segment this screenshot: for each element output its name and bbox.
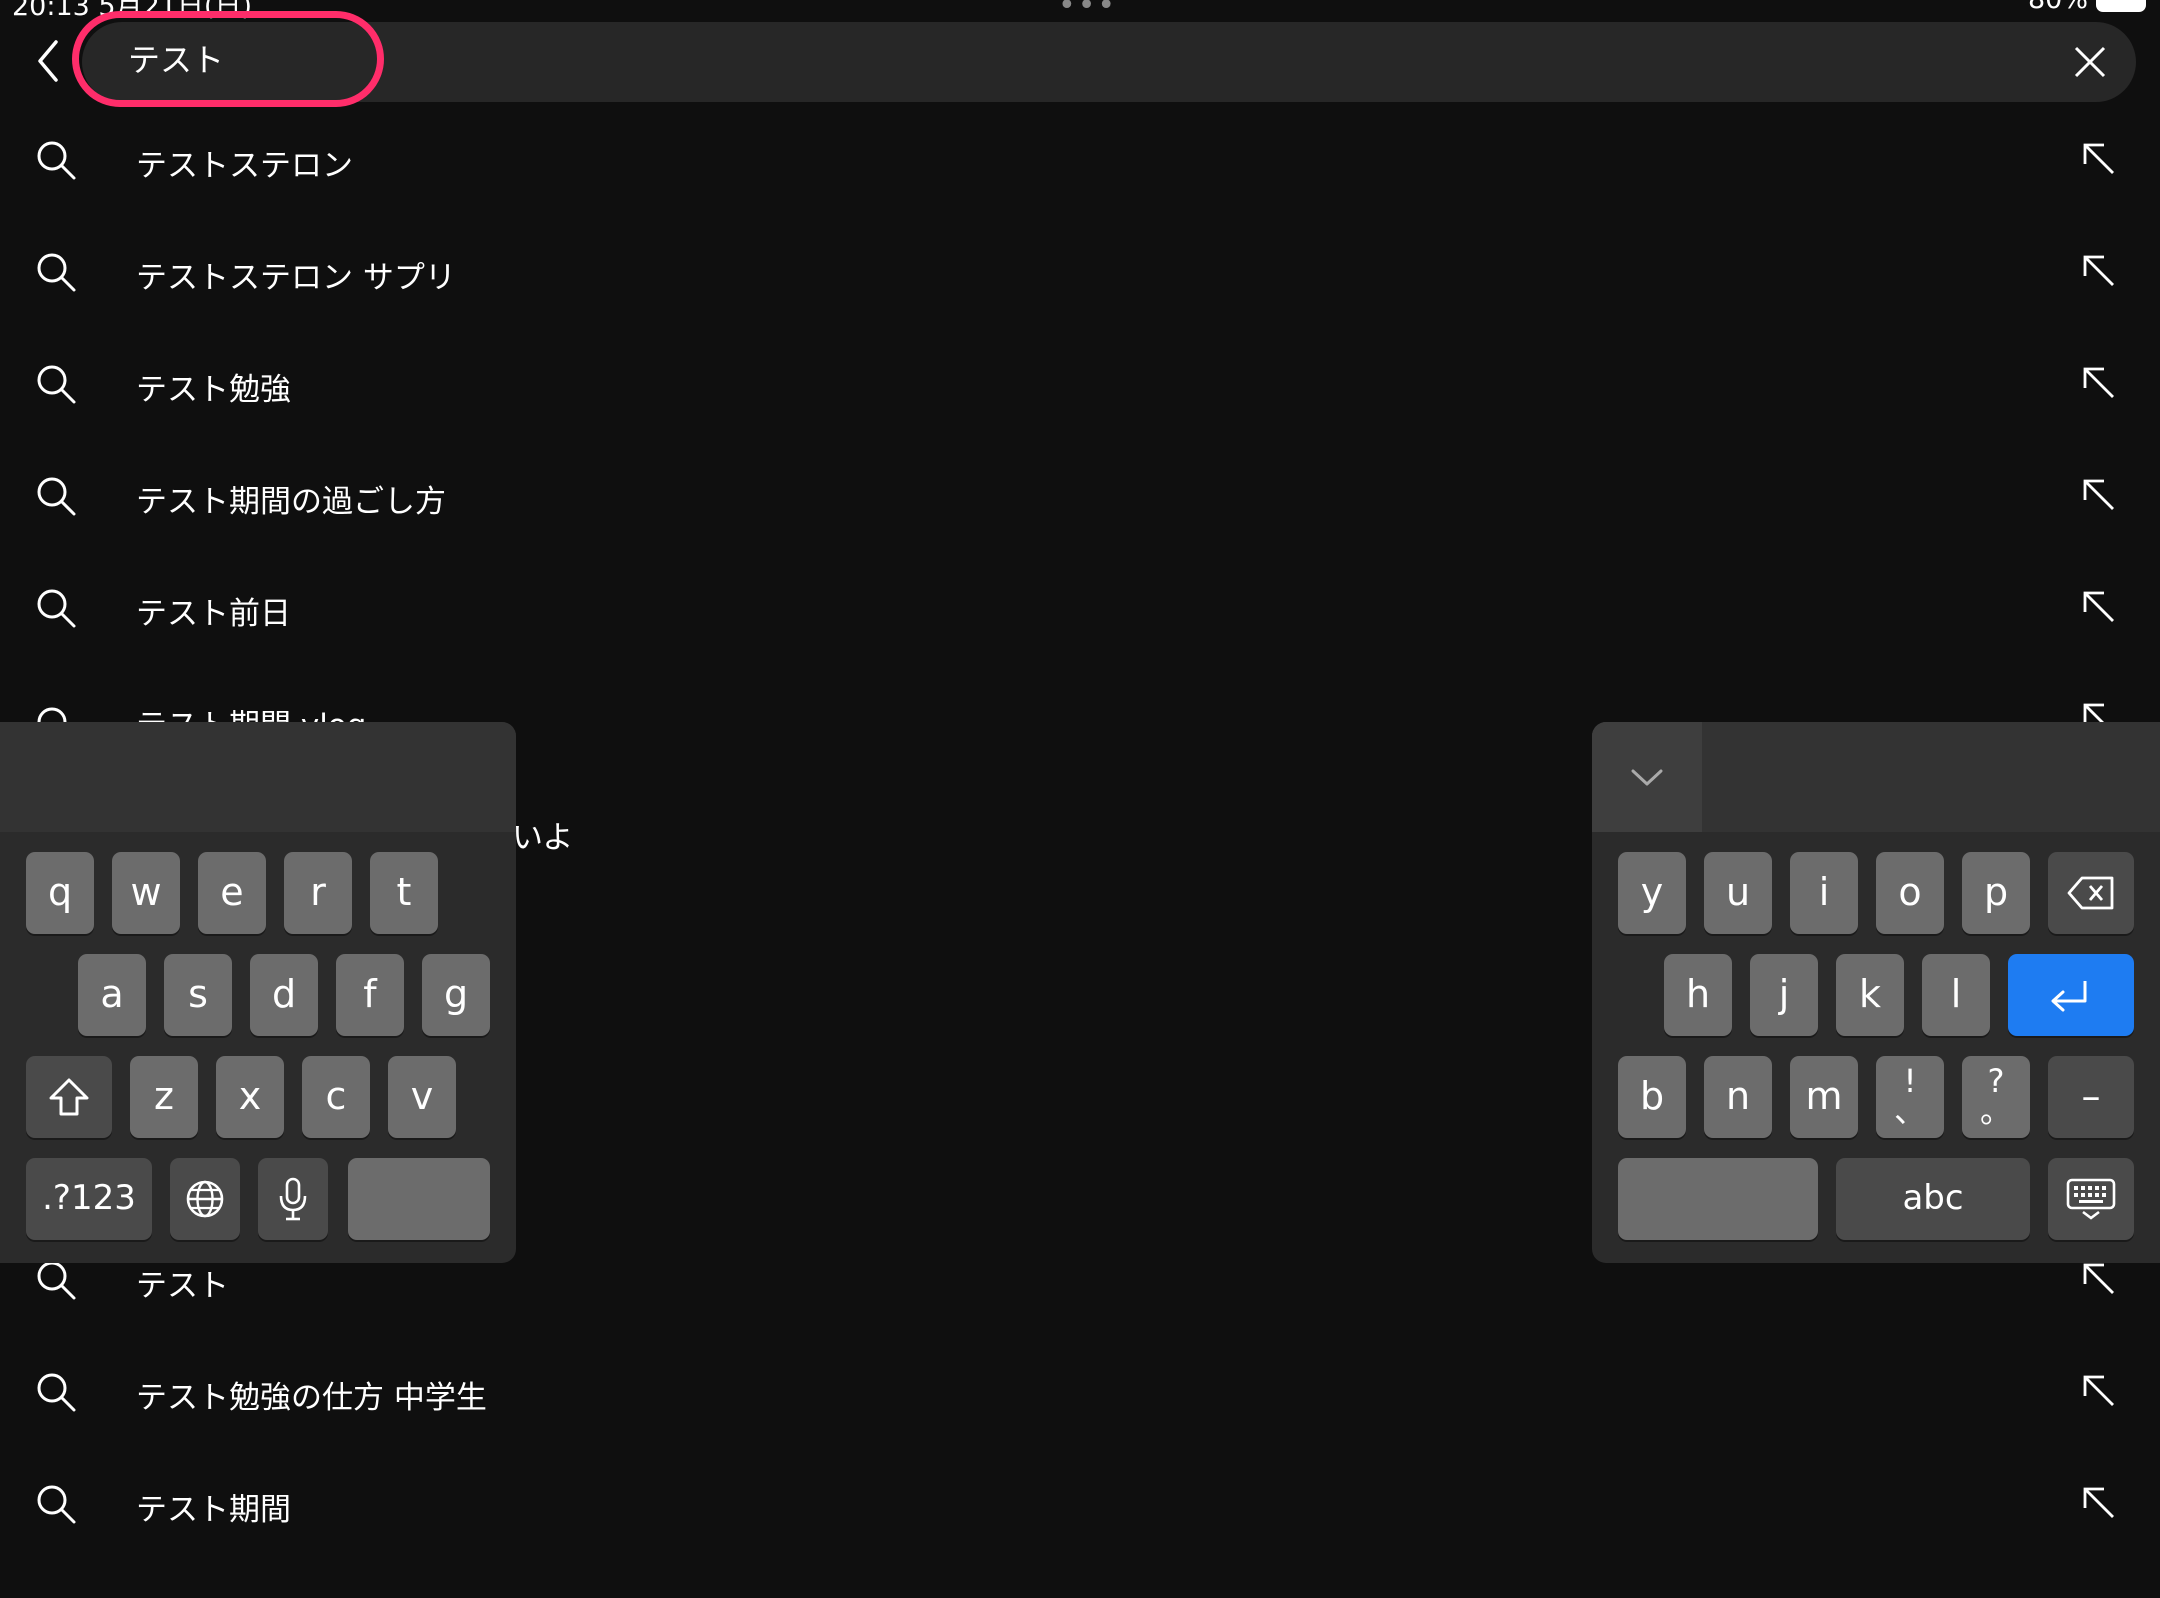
dismiss-keyboard-key[interactable] xyxy=(2048,1158,2134,1240)
arrow-up-left-icon[interactable] xyxy=(2082,142,2116,176)
suggestion-item[interactable]: テスト期間 xyxy=(0,1448,2160,1560)
key-a[interactable]: a xyxy=(78,954,146,1036)
suggestion-item[interactable]: テスト勉強の仕方 中学生 xyxy=(0,1336,2160,1448)
suggestion-item[interactable]: テスト期間の過ごし方 xyxy=(0,440,2160,552)
highlight-circle-annotation xyxy=(72,11,384,107)
space-key-right[interactable] xyxy=(1618,1158,1818,1240)
hidden-suggestion-fragment: いよ xyxy=(512,820,574,856)
dictation-key[interactable] xyxy=(258,1158,328,1240)
globe-icon xyxy=(186,1180,224,1218)
suggestion-item[interactable]: テスト勉強 xyxy=(0,328,2160,440)
search-bar[interactable] xyxy=(82,22,2136,102)
suggestion-text: テストステロン xyxy=(136,148,353,184)
key-g[interactable]: g xyxy=(422,954,490,1036)
key-dash[interactable]: – xyxy=(2048,1056,2134,1138)
key-b[interactable]: b xyxy=(1618,1056,1686,1138)
numbers-key[interactable]: .?123 xyxy=(26,1158,152,1240)
key-f[interactable]: f xyxy=(336,954,404,1036)
key-sub-char: 、 xyxy=(1893,1092,1926,1130)
key-w[interactable]: w xyxy=(112,852,180,934)
search-icon xyxy=(37,141,76,180)
key-question[interactable]: ? 。 xyxy=(1962,1056,2030,1138)
suggestion-item[interactable]: テストステロン xyxy=(0,104,2160,216)
search-icon xyxy=(37,1373,76,1412)
close-icon xyxy=(2074,46,2106,78)
return-key[interactable] xyxy=(2008,954,2134,1036)
key-t[interactable]: t xyxy=(370,852,438,934)
shift-key[interactable] xyxy=(26,1056,112,1138)
arrow-up-left-icon[interactable] xyxy=(2082,1262,2116,1296)
key-c[interactable]: c xyxy=(302,1056,370,1138)
delete-key[interactable] xyxy=(2048,852,2134,934)
search-icon xyxy=(37,1485,76,1524)
backspace-icon xyxy=(2067,876,2114,910)
search-icon xyxy=(37,589,76,628)
key-i[interactable]: i xyxy=(1790,852,1858,934)
suggestion-text: テストステロン サプリ xyxy=(136,260,456,296)
search-icon xyxy=(37,365,76,404)
shift-arrow-icon xyxy=(49,1078,89,1116)
space-key-left[interactable] xyxy=(348,1158,490,1240)
multitask-dots-icon: ••• xyxy=(1058,0,1118,22)
key-o[interactable]: o xyxy=(1876,852,1944,934)
split-keyboard-left: q w e r t a s d f g z x c v .?123 xyxy=(0,722,516,1263)
keyboard-dismiss-icon xyxy=(2066,1178,2116,1220)
chevron-down-icon xyxy=(1631,769,1663,786)
key-z[interactable]: z xyxy=(130,1056,198,1138)
battery-icon xyxy=(2096,0,2146,12)
key-u[interactable]: u xyxy=(1704,852,1772,934)
suggestion-text: テスト勉強 xyxy=(136,372,291,408)
battery-percent: 80% xyxy=(2028,0,2088,15)
key-s[interactable]: s xyxy=(164,954,232,1036)
arrow-up-left-icon[interactable] xyxy=(2082,366,2116,400)
suggestion-text: テスト期間の過ごし方 xyxy=(136,484,446,520)
globe-key[interactable] xyxy=(170,1158,240,1240)
suggestion-text: テスト前日 xyxy=(136,596,291,632)
key-r[interactable]: r xyxy=(284,852,352,934)
key-y[interactable]: y xyxy=(1618,852,1686,934)
arrow-up-left-icon[interactable] xyxy=(2082,590,2116,624)
key-v[interactable]: v xyxy=(388,1056,456,1138)
microphone-icon xyxy=(279,1177,307,1221)
key-p[interactable]: p xyxy=(1962,852,2030,934)
key-d[interactable]: d xyxy=(250,954,318,1036)
clear-search-button[interactable] xyxy=(2070,42,2110,82)
search-icon xyxy=(37,253,76,292)
arrow-up-left-icon[interactable] xyxy=(2082,1374,2116,1408)
keyboard-suggestion-strip xyxy=(0,722,516,832)
suggestion-item[interactable]: テストステロン サプリ xyxy=(0,216,2160,328)
arrow-up-left-icon[interactable] xyxy=(2082,478,2116,512)
abc-key[interactable]: abc xyxy=(1836,1158,2030,1240)
key-sub-char: 。 xyxy=(1979,1092,2012,1130)
search-icon xyxy=(37,1261,76,1300)
suggestion-text: テスト期間 xyxy=(136,1492,291,1528)
collapse-suggestions-button[interactable] xyxy=(1592,722,1702,832)
key-j[interactable]: j xyxy=(1750,954,1818,1036)
arrow-up-left-icon[interactable] xyxy=(2082,254,2116,288)
key-x[interactable]: x xyxy=(216,1056,284,1138)
suggestion-item[interactable]: テスト前日 xyxy=(0,552,2160,664)
key-exclamation[interactable]: ! 、 xyxy=(1876,1056,1944,1138)
key-k[interactable]: k xyxy=(1836,954,1904,1036)
key-h[interactable]: h xyxy=(1664,954,1732,1036)
suggestion-text: テスト xyxy=(136,1268,229,1304)
back-button[interactable] xyxy=(30,36,70,86)
split-keyboard-right: y u i o p h j k l b n m ! 、 ? 。 – abc xyxy=(1592,722,2160,1263)
search-icon xyxy=(37,477,76,516)
key-l[interactable]: l xyxy=(1922,954,1990,1036)
return-arrow-icon xyxy=(2051,981,2087,1012)
suggestion-text: テスト勉強の仕方 中学生 xyxy=(136,1380,487,1416)
key-n[interactable]: n xyxy=(1704,1056,1772,1138)
key-q[interactable]: q xyxy=(26,852,94,934)
arrow-up-left-icon[interactable] xyxy=(2082,1486,2116,1520)
key-m[interactable]: m xyxy=(1790,1056,1858,1138)
chevron-left-icon xyxy=(38,40,58,82)
key-e[interactable]: e xyxy=(198,852,266,934)
